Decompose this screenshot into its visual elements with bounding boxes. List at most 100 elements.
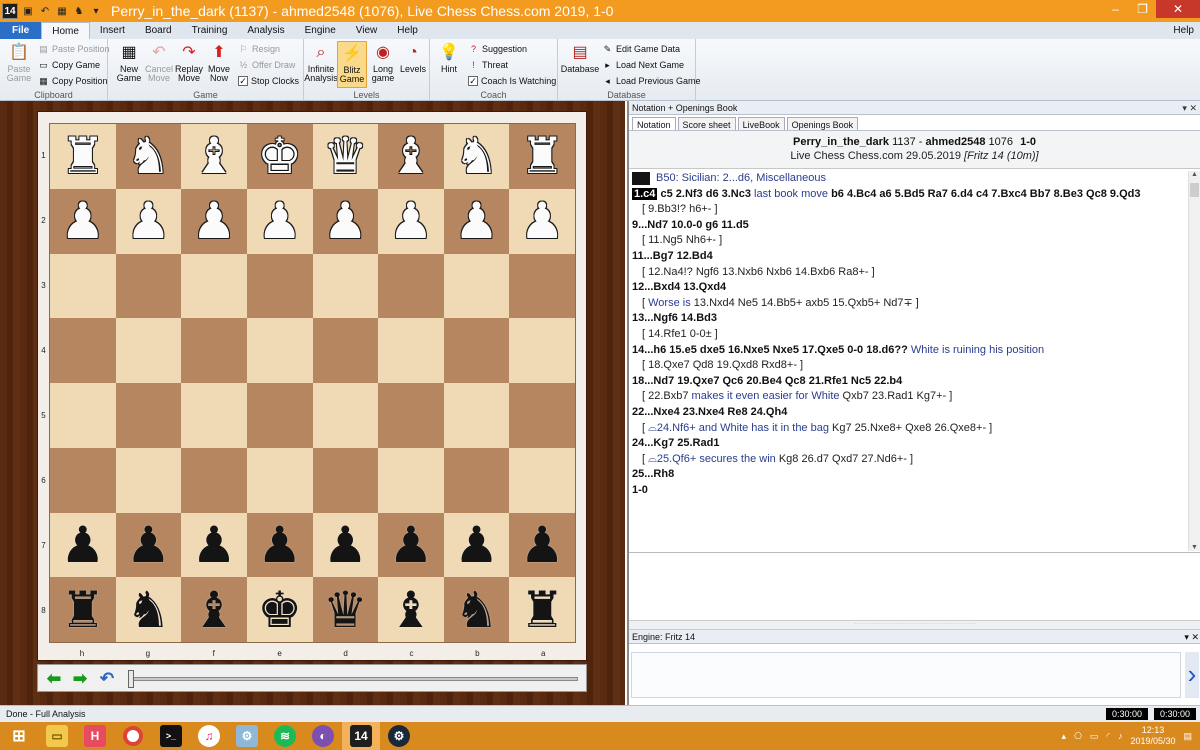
square-e8[interactable]: ♚ (246, 577, 313, 642)
square-h5[interactable] (50, 383, 116, 448)
square-g4[interactable] (115, 318, 182, 383)
tab-analysis[interactable]: Analysis (237, 22, 294, 39)
square-h4[interactable] (50, 318, 116, 383)
move-text[interactable]: [ 14.Rfe1 0-0± ] (642, 328, 718, 340)
forward-arrow-icon[interactable]: ➡ (68, 668, 92, 689)
black-rook-icon[interactable]: ♜ (60, 585, 105, 635)
square-c3[interactable] (378, 253, 444, 319)
square-c8[interactable]: ♝ (378, 577, 444, 642)
mainline-line[interactable]: 14...h6 15.e5 dxe5 16.Nxe5 Nxe5 17.Qxe5 … (632, 343, 1187, 359)
mainline-line[interactable]: 9...Nd7 10.0-0 g6 11.d5 (632, 218, 1187, 234)
move-text[interactable]: [ 12.Na4!? Ngf6 13.Nxb6 Nxb6 14.Bxb6 Ra8… (642, 266, 875, 278)
square-f1[interactable]: ♝ (181, 124, 247, 189)
tab-livebook[interactable]: LiveBook (737, 117, 785, 130)
variation-line[interactable]: [ ⌓24.Nf6+ and White has it in the bag K… (632, 421, 1187, 437)
square-f6[interactable] (181, 447, 247, 513)
move-text[interactable]: b6 4.Bc4 a6 5.Bd5 Ra7 6.d4 c4 7.Bxc4 Bb7… (828, 188, 1140, 200)
offer-draw-button[interactable]: ½ Offer Draw (238, 58, 296, 72)
square-h6[interactable] (50, 447, 116, 513)
white-knight-icon[interactable]: ♞ (454, 131, 499, 181)
coach-watching-check[interactable]: ✓ (468, 76, 478, 86)
tray-wifi-icon[interactable]: ◜ (1106, 731, 1110, 742)
tab-view[interactable]: View (346, 22, 388, 39)
square-a3[interactable] (509, 253, 575, 319)
square-d6[interactable] (312, 447, 379, 513)
scroll-down-icon[interactable]: ▼ (1189, 544, 1200, 551)
taskbar-clock[interactable]: 12:13 2019/05/30 (1130, 725, 1175, 747)
white-pawn-icon[interactable]: ♟ (257, 196, 302, 246)
move-text[interactable]: 1-0 (632, 484, 648, 496)
taskbar-itunes[interactable]: ♫ (190, 722, 228, 750)
move-text[interactable]: 18...Nd7 19.Qxe7 Qc6 20.Be4 Qc8 21.Rfe1 … (632, 375, 902, 387)
current-move[interactable]: 1.c4 (632, 187, 658, 200)
square-h7[interactable]: ♟ (50, 512, 116, 578)
variation-line[interactable]: [ ⌓25.Qf6+ secures the win Kg8 26.d7 Qxd… (632, 452, 1187, 468)
square-d4[interactable] (312, 318, 379, 383)
mainline-line[interactable]: 12...Bxd4 13.Qxd4 (632, 280, 1187, 296)
white-king-icon[interactable]: ♚ (257, 131, 302, 181)
move-text[interactable]: 11...Bg7 12.Bd4 (632, 250, 713, 262)
suggestion-button[interactable]: ? Suggestion (468, 42, 527, 56)
tab-insert[interactable]: Insert (90, 22, 135, 39)
scroll-thumb[interactable] (1190, 183, 1199, 197)
pane-menu-icon[interactable]: ▾ (1182, 103, 1187, 113)
move-text[interactable]: 13.Nxd4 Ne5 14.Bb5+ axb5 15.Qxb5+ Nd7∓ ] (691, 297, 919, 309)
square-f3[interactable] (181, 253, 247, 319)
move-text[interactable]: Kg7 25.Nxe8+ Qxe8 26.Qxe8+- ] (829, 422, 992, 434)
square-c6[interactable] (378, 447, 444, 513)
square-d7[interactable]: ♟ (312, 512, 379, 578)
square-g8[interactable]: ♞ (115, 577, 182, 642)
move-text[interactable]: 9...Nd7 10.0-0 g6 11.d5 (632, 219, 749, 231)
square-b3[interactable] (443, 253, 510, 319)
square-b5[interactable] (443, 383, 510, 448)
tab-score-sheet[interactable]: Score sheet (677, 117, 736, 130)
taskbar-network-tool[interactable]: ⚙ (228, 722, 266, 750)
square-b7[interactable]: ♟ (443, 512, 510, 578)
variation-line[interactable]: [ 14.Rfe1 0-0± ] (632, 327, 1187, 343)
black-king-icon[interactable]: ♚ (257, 585, 302, 635)
dropdown-icon[interactable]: ▾ (89, 4, 103, 18)
help-link[interactable]: Help (1173, 22, 1200, 39)
pane-close-icon[interactable]: ✕ (1189, 103, 1197, 113)
square-a1[interactable]: ♜ (509, 124, 575, 189)
variation-line[interactable]: [ 22.Bxb7 makes it even easier for White… (632, 389, 1187, 405)
square-a5[interactable] (509, 383, 575, 448)
black-pawn-icon[interactable]: ♟ (192, 520, 237, 570)
white-pawn-icon[interactable]: ♟ (60, 196, 105, 246)
taskbar-h-app[interactable]: H (76, 722, 114, 750)
taskbar-fritz[interactable]: 14 (342, 722, 380, 750)
move-text[interactable]: 22...Nxe4 23.Nxe4 Re8 24.Qh4 (632, 406, 787, 418)
square-g6[interactable] (115, 447, 182, 513)
mainline-line[interactable]: 18...Nd7 19.Qxe7 Qc6 20.Be4 Qc8 21.Rfe1 … (632, 374, 1187, 390)
square-a4[interactable] (509, 318, 575, 383)
move-text[interactable]: 25...Rh8 (632, 468, 674, 480)
white-queen-icon[interactable]: ♛ (323, 131, 368, 181)
tray-battery-icon[interactable]: ▭ (1090, 731, 1099, 742)
tray-up-icon[interactable]: ▴ (1062, 731, 1067, 742)
board-icon[interactable]: ▦ (55, 4, 69, 18)
white-bishop-icon[interactable]: ♝ (389, 131, 434, 181)
square-h1[interactable]: ♜ (50, 124, 116, 189)
square-b8[interactable]: ♞ (443, 577, 510, 642)
square-e5[interactable] (246, 383, 313, 448)
annotation-box[interactable] (629, 552, 1200, 620)
white-pawn-icon[interactable]: ♟ (192, 196, 237, 246)
square-b1[interactable]: ♞ (443, 124, 510, 189)
tray-volume-icon[interactable]: ♪ (1118, 731, 1123, 741)
variation-line[interactable]: [ 18.Qxe7 Qd8 19.Qxd8 Rxd8+- ] (632, 358, 1187, 374)
black-knight-icon[interactable]: ♞ (454, 585, 499, 635)
paste-game-button[interactable]: 📋 Paste Game (4, 41, 34, 83)
move-text[interactable]: 13...Ngf6 14.Bd3 (632, 312, 717, 324)
annotation-comment[interactable]: Worse is (648, 297, 691, 309)
infinite-analysis-button[interactable]: ⌕ Infinite Analysis (304, 41, 338, 83)
taskbar-steam[interactable]: ⚙ (380, 722, 418, 750)
taskbar-terminal[interactable]: >_ (152, 722, 190, 750)
variation-line[interactable]: [ Worse is 13.Nxd4 Ne5 14.Bb5+ axb5 15.Q… (632, 296, 1187, 312)
maximize-icon[interactable]: ❐ (1129, 0, 1156, 18)
undo-icon[interactable]: ↶ (38, 4, 52, 18)
taskbar-chess-app[interactable]: ◐ (304, 722, 342, 750)
move-text[interactable]: 14...h6 15.e5 dxe5 16.Nxe5 Nxe5 17.Qxe5 … (632, 344, 911, 356)
mainline-line[interactable]: 11...Bg7 12.Bd4 (632, 249, 1187, 265)
notation-text[interactable]: B50: Sicilian: 2...d6, Miscellaneous 1.c… (629, 171, 1187, 551)
square-e3[interactable] (246, 253, 313, 319)
